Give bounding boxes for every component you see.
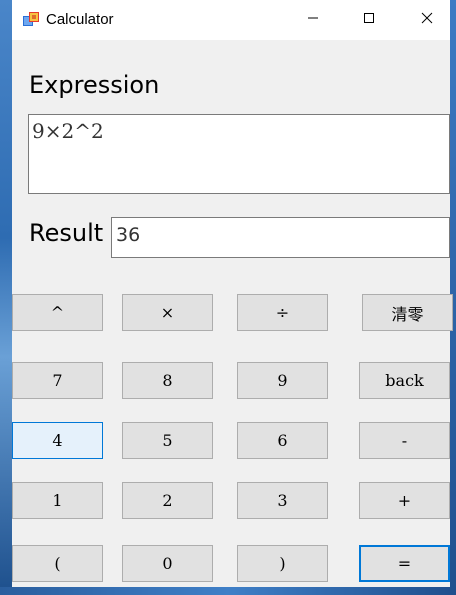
expression-label: Expression — [29, 71, 160, 99]
divide-button[interactable]: ÷ — [237, 294, 328, 331]
power-button[interactable]: ^ — [12, 294, 103, 331]
desktop-background-left — [0, 0, 12, 595]
plus-button[interactable]: + — [359, 482, 450, 519]
digit-4-button[interactable]: 4 — [12, 422, 103, 459]
digit-6-button[interactable]: 6 — [237, 422, 328, 459]
title-bar[interactable]: Calculator — [12, 0, 450, 40]
close-icon — [421, 11, 433, 29]
result-field[interactable]: 36 — [111, 217, 450, 258]
close-paren-button[interactable]: ) — [237, 545, 328, 582]
window-title: Calculator — [46, 11, 114, 28]
result-label: Result — [29, 219, 104, 247]
taskbar-strip — [0, 587, 456, 595]
app-window-icon — [23, 12, 39, 28]
maximize-button[interactable] — [346, 0, 392, 40]
open-paren-button[interactable]: ( — [12, 545, 103, 582]
clear-button[interactable]: 清零 — [362, 294, 453, 331]
equals-button[interactable]: = — [359, 545, 450, 582]
digit-3-button[interactable]: 3 — [237, 482, 328, 519]
digit-9-button[interactable]: 9 — [237, 362, 328, 399]
minus-button[interactable]: - — [359, 422, 450, 459]
minimize-button[interactable] — [290, 0, 336, 40]
close-button[interactable] — [404, 0, 450, 40]
minimize-icon — [307, 11, 319, 29]
digit-1-button[interactable]: 1 — [12, 482, 103, 519]
digit-5-button[interactable]: 5 — [122, 422, 213, 459]
back-button[interactable]: back — [359, 362, 450, 399]
expression-field[interactable]: 9×2^2 — [28, 114, 450, 194]
maximize-icon — [363, 11, 375, 29]
digit-8-button[interactable]: 8 — [122, 362, 213, 399]
digit-2-button[interactable]: 2 — [122, 482, 213, 519]
digit-0-button[interactable]: 0 — [122, 545, 213, 582]
digit-7-button[interactable]: 7 — [12, 362, 103, 399]
client-area: Expression 9×2^2 Result 36 ^ × ÷ 清零 7 8 … — [12, 40, 453, 587]
multiply-button[interactable]: × — [122, 294, 213, 331]
calculator-window: Calculator Expression 9×2^2 Result 36 ^ … — [12, 0, 453, 595]
